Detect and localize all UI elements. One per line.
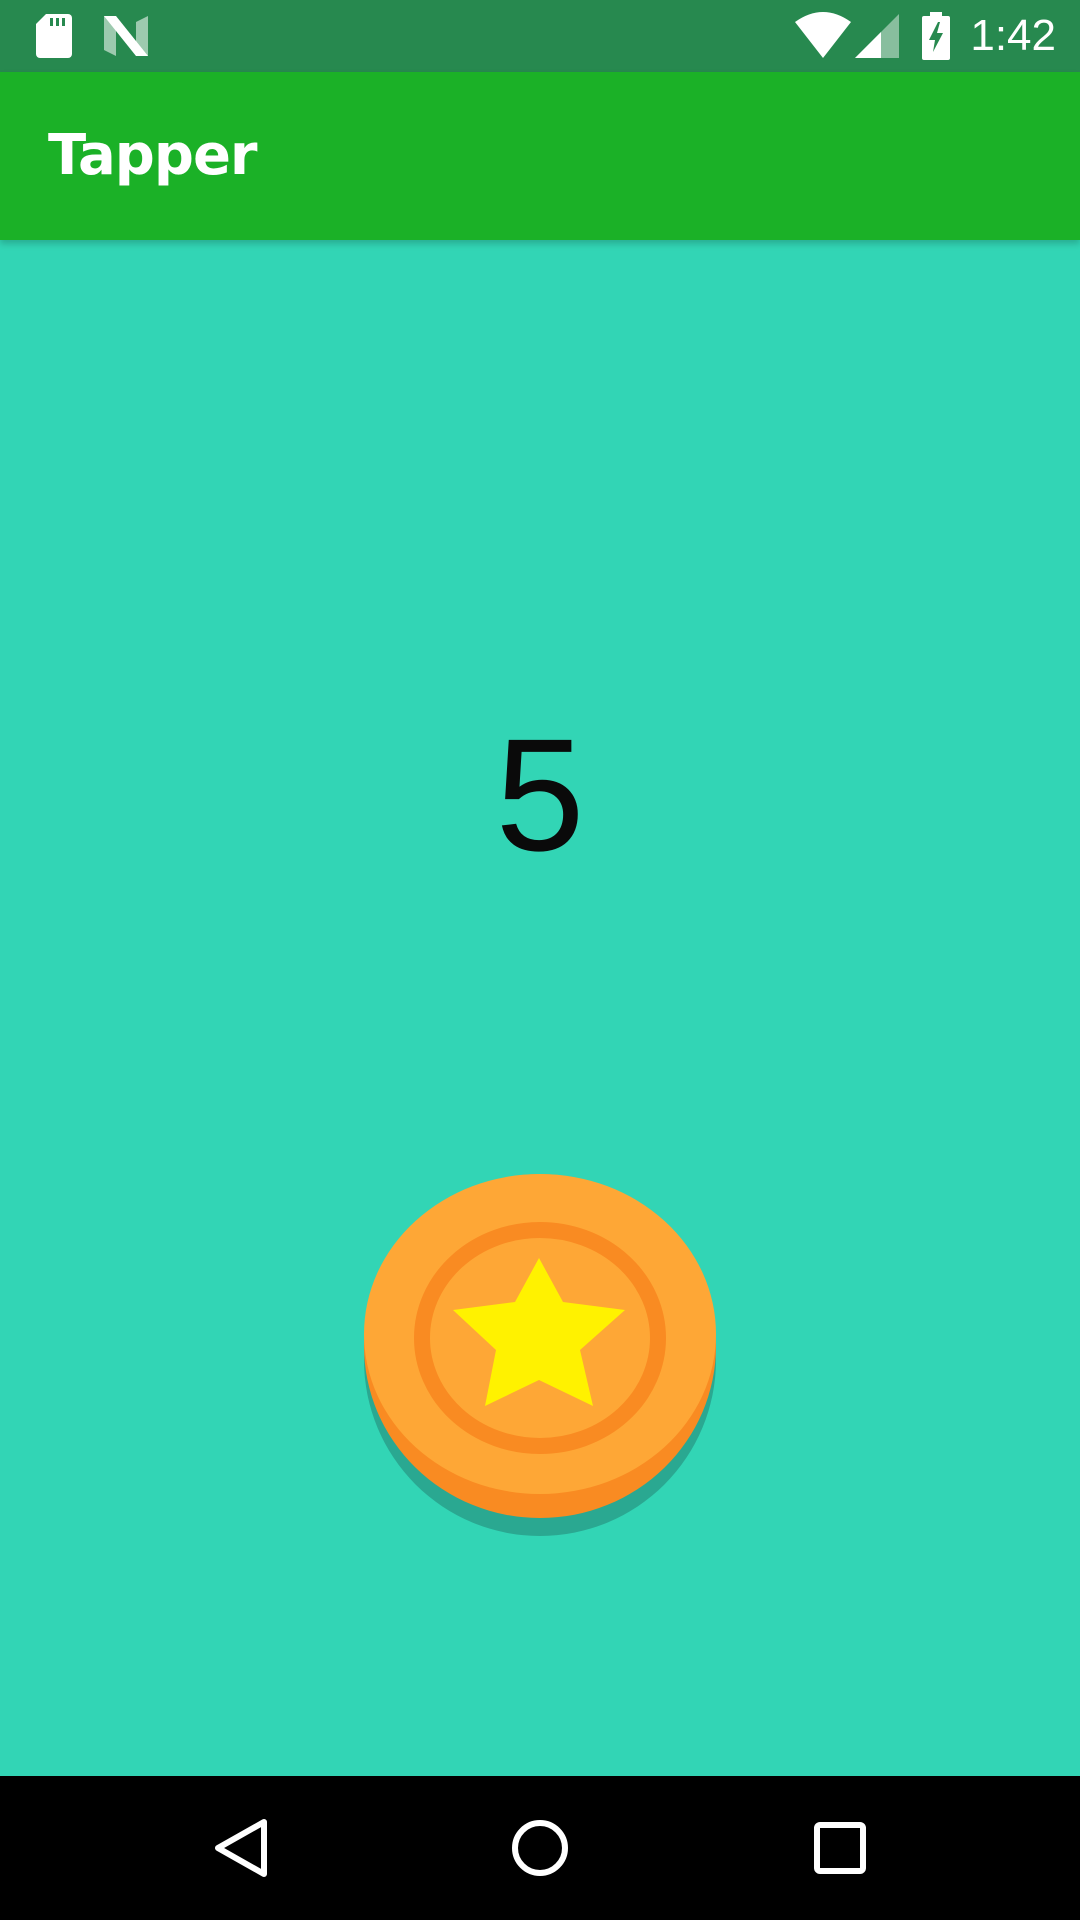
wifi-icon (795, 12, 851, 63)
status-bar: 1:42 (0, 0, 1080, 72)
nav-bar (0, 1776, 1080, 1920)
sd-card-icon (36, 14, 72, 63)
tap-counter: 5 (495, 705, 585, 884)
recents-button[interactable] (790, 1798, 890, 1898)
cell-signal-icon (855, 14, 899, 63)
home-icon (512, 1820, 568, 1876)
n-logo-icon (104, 16, 148, 61)
back-icon (215, 1819, 267, 1877)
coin-button[interactable] (360, 1174, 720, 1536)
screen: 1:42 Tapper 5 (0, 0, 1080, 1920)
app-bar: Tapper (0, 72, 1080, 240)
home-button[interactable] (490, 1798, 590, 1898)
back-button[interactable] (190, 1798, 290, 1898)
recents-icon (814, 1822, 866, 1874)
battery-charging-icon (922, 12, 950, 65)
star-coin-icon (364, 1174, 716, 1536)
status-time: 1:42 (970, 11, 1056, 60)
app-title: Tapper (48, 123, 258, 188)
